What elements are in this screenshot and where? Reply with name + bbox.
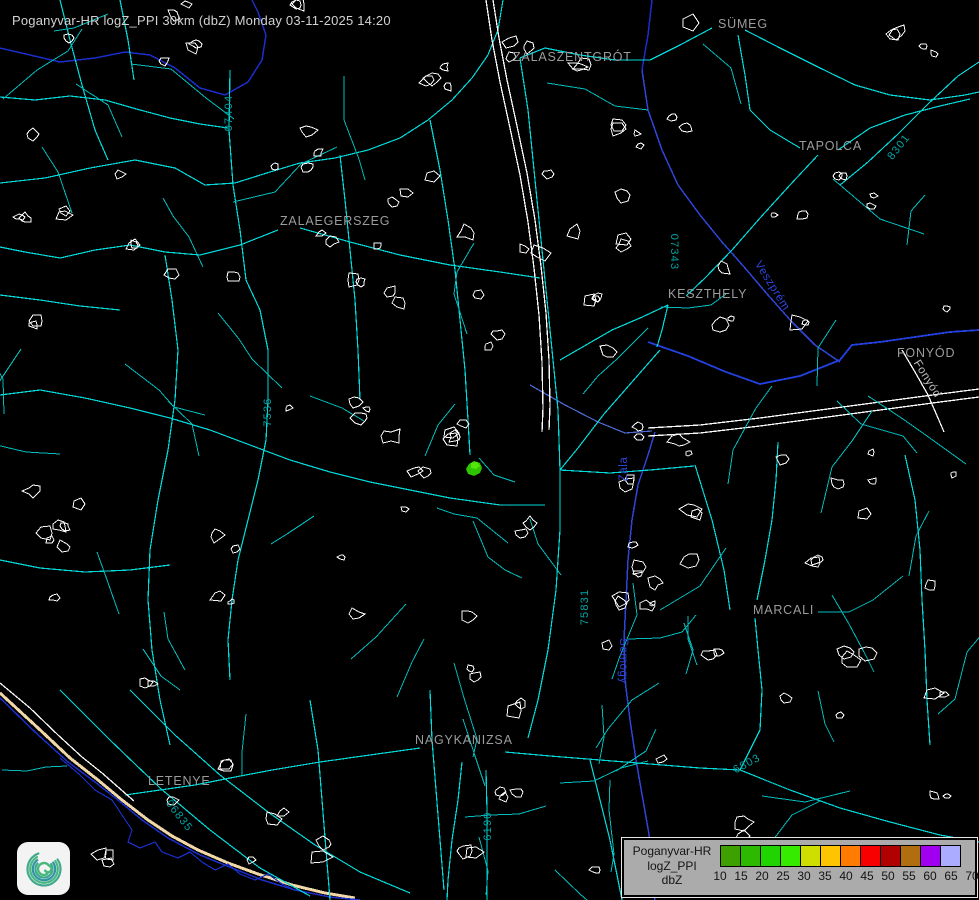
legend-swatch bbox=[800, 845, 821, 867]
road-number-6190: 6190 bbox=[482, 811, 494, 840]
legend-product-name: logZ_PPI bbox=[624, 859, 720, 874]
legend-tick: 65 bbox=[944, 869, 957, 883]
region-label-somogy: Somogy bbox=[617, 638, 629, 684]
legend-color-scale bbox=[720, 845, 961, 867]
road-number-75831: 75831 bbox=[579, 589, 591, 626]
legend-swatch bbox=[900, 845, 921, 867]
city-label-zalaszentgrot: ZALASZENTGRÓT bbox=[513, 50, 632, 64]
legend-swatch bbox=[940, 845, 961, 867]
legend-tick: 70 bbox=[965, 869, 978, 883]
road-number-7536: 7536 bbox=[262, 397, 274, 426]
legend-swatch bbox=[820, 845, 841, 867]
legend-tick: 20 bbox=[755, 869, 768, 883]
legend-swatch bbox=[880, 845, 901, 867]
spiral-logo-icon bbox=[22, 847, 66, 891]
legend-tick: 55 bbox=[902, 869, 915, 883]
legend-tick: 10 bbox=[713, 869, 726, 883]
radar-title: Poganyvar-HR logZ_PPI 30km (dbZ) Monday … bbox=[12, 13, 391, 28]
city-label-marcali: MARCALI bbox=[753, 603, 814, 617]
road-number-07343: 07343 bbox=[668, 234, 680, 271]
legend-station-name: Poganyvar-HR bbox=[624, 844, 720, 859]
legend-tick: 30 bbox=[797, 869, 810, 883]
legend-swatch bbox=[740, 845, 761, 867]
legend-tick: 60 bbox=[923, 869, 936, 883]
legend-swatch bbox=[840, 845, 861, 867]
city-label-zalaegerszeg: ZALAEGERSZEG bbox=[280, 214, 390, 228]
legend-swatch bbox=[920, 845, 941, 867]
legend-tick: 35 bbox=[818, 869, 831, 883]
legend-tick-labels: 10152025303540455055606570 bbox=[720, 868, 961, 884]
city-label-keszthely: KESZTHELY bbox=[668, 287, 747, 301]
legend-swatch bbox=[720, 845, 741, 867]
legend-swatch bbox=[780, 845, 801, 867]
legend-swatch bbox=[860, 845, 881, 867]
legend-tick: 40 bbox=[839, 869, 852, 883]
city-label-nagykanizsa: NAGYKANIZSA bbox=[415, 733, 513, 747]
legend-tick: 50 bbox=[881, 869, 894, 883]
legend-tick: 15 bbox=[734, 869, 747, 883]
radar-map-view: Poganyvar-HR logZ_PPI 30km (dbZ) Monday … bbox=[0, 0, 979, 900]
city-label-tapolca: TAPOLCA bbox=[799, 139, 862, 153]
legend-unit-label: dbZ bbox=[624, 873, 720, 888]
road-number-07404: 07404 bbox=[223, 95, 235, 132]
city-label-letenye: LETENYE bbox=[148, 774, 211, 788]
city-label-fonyod: FONYÓD bbox=[897, 346, 955, 360]
weather-service-logo-icon bbox=[17, 842, 70, 895]
radar-map-canvas bbox=[0, 0, 979, 900]
legend-tick: 25 bbox=[776, 869, 789, 883]
city-label-sumeg: SÜMEG bbox=[718, 17, 768, 31]
legend-tick: 45 bbox=[860, 869, 873, 883]
region-label-zala: Zala bbox=[618, 457, 630, 482]
legend-swatch bbox=[760, 845, 781, 867]
radar-legend: Poganyvar-HR logZ_PPI dbZ 10 15 20 25 30 35 40… bbox=[622, 838, 977, 897]
